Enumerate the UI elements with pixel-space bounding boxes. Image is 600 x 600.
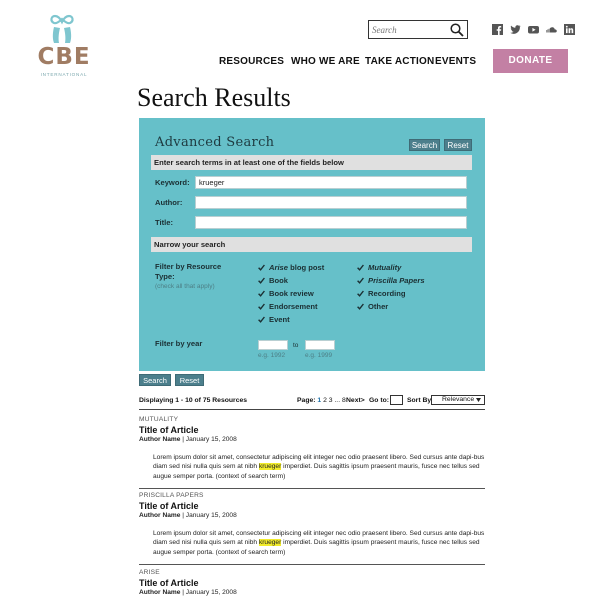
title-label: Title: [155,218,174,227]
sort-select[interactable]: Relevance [431,395,485,405]
year-to-input[interactable] [305,340,335,350]
year-from-input[interactable] [258,340,288,350]
checkbox-priscilla-papers[interactable]: Priscilla Papers [357,276,425,285]
result-category: PRISCILLA PAPERS [139,492,204,499]
panel-search-button[interactable]: Search [409,139,440,151]
donate-button[interactable]: DONATE [493,49,568,73]
checkbox-book-review[interactable]: Book review [258,289,314,298]
search-term-highlight: krueger [258,539,282,547]
panel-reset-button[interactable]: Reset [444,139,472,151]
goto-input[interactable] [390,395,403,405]
logo-subtext: INTERNATIONAL [40,72,88,77]
keyword-label: Keyword: [155,178,190,187]
linkedin-icon[interactable] [564,22,575,35]
checkmark-icon [357,290,364,297]
twitter-icon[interactable] [510,22,521,34]
goto-label: Go to: [369,397,390,404]
narrow-search-band: Narrow your search [151,237,472,252]
divider [139,563,485,565]
advanced-search-title: Advanced Search [155,135,275,150]
checkbox-recording[interactable]: Recording [357,289,406,298]
checkmark-icon [258,290,265,297]
divider [139,487,485,489]
checkmark-icon [357,277,364,284]
facebook-icon[interactable] [492,22,503,35]
site-search [368,20,468,39]
nav-take-action[interactable]: TAKE ACTION [365,56,434,67]
advanced-search-panel: Advanced Search Search Reset Enter searc… [139,118,485,371]
keyword-input[interactable]: krueger [195,176,467,189]
youtube-icon[interactable] [528,22,539,34]
logo-mark-icon [50,14,74,43]
result-item: MUTUALITY Title of Article Author Name |… [139,416,485,489]
divider [139,409,485,410]
year-to-hint: e.g. 1999 [305,352,333,359]
author-input[interactable] [195,196,467,209]
result-meta: Author Name | January 15, 2008 [139,512,485,519]
dropdown-arrow-icon [476,398,481,402]
search-button[interactable]: Search [139,374,171,386]
nav-who-we-are[interactable]: WHO WE ARE [291,56,360,67]
checkbox-book[interactable]: Book [258,276,288,285]
logo-text: CBE [37,44,91,70]
nav-events[interactable]: EVENTS [435,56,476,67]
result-meta: Author Name | January 15, 2008 [139,436,485,443]
nav-resources[interactable]: RESOURCES [219,56,284,67]
result-author[interactable]: Author Name [139,589,180,596]
page-links[interactable]: 2 3 ... 8 [321,397,346,404]
author-label: Author: [155,198,183,207]
title-input[interactable] [195,216,467,229]
result-item: ARISE Title of Article Author Name | Jan… [139,569,485,596]
search-icon[interactable] [450,23,464,37]
checkmark-icon [258,316,265,323]
checkbox-endorsement[interactable]: Endorsement [258,302,318,311]
checkbox-arise-blog-post[interactable]: Arise blog post [258,263,324,272]
filter-type-label: Filter by Resource [155,262,222,271]
filter-year-label: Filter by year [155,339,203,348]
result-snippet: Lorem ipsum dolor sit amet, consectetur … [153,530,485,556]
result-title-link[interactable]: Title of Article [139,501,485,511]
page-title: Search Results [137,83,291,112]
sort-value: Relevance [442,396,475,403]
checkmark-icon [258,264,265,271]
checkbox-mutuality[interactable]: Mutuality [357,263,401,272]
year-from-hint: e.g. 1992 [258,352,286,359]
checkmark-icon [357,264,364,271]
next-link[interactable]: Next> [346,397,365,404]
result-snippet: Lorem ipsum dolor sit amet, consectetur … [153,454,485,480]
sort-by-label: Sort By: [407,397,434,404]
checkbox-other[interactable]: Other [357,302,388,311]
results-count: Displaying 1 - 10 of 75 Resources [139,397,248,404]
social-links [492,22,575,36]
result-category: MUTUALITY [139,416,179,423]
filter-type-hint: (check all that apply) [155,283,215,290]
search-terms-band: Enter search terms in at least one of th… [151,155,472,170]
result-author[interactable]: Author Name [139,436,180,443]
results-toolbar: Displaying 1 - 10 of 75 Resources Page: … [139,395,485,410]
result-date: | January 15, 2008 [180,589,237,596]
result-title-link[interactable]: Title of Article [139,578,485,588]
checkmark-icon [258,303,265,310]
result-date: | January 15, 2008 [180,512,237,519]
site-search-input[interactable] [369,21,449,38]
result-item: PRISCILLA PAPERS Title of Article Author… [139,492,485,565]
result-title-link[interactable]: Title of Article [139,425,485,435]
result-date: | January 15, 2008 [180,436,237,443]
reset-button[interactable]: Reset [175,374,204,386]
checkbox-event[interactable]: Event [258,315,290,324]
cbe-logo[interactable]: CBE INTERNATIONAL [36,14,92,80]
soundcloud-icon[interactable] [546,22,557,33]
result-author[interactable]: Author Name [139,512,180,519]
pagination: Page: 1 2 3 ... 8 [297,397,346,404]
filter-type-label-2: Type: [155,272,175,281]
year-to-text: to [293,342,299,349]
search-term-highlight: krueger [258,463,282,471]
result-meta: Author Name | January 15, 2008 [139,589,485,596]
checkmark-icon [357,303,364,310]
result-category: ARISE [139,569,160,576]
checkmark-icon [258,277,265,284]
